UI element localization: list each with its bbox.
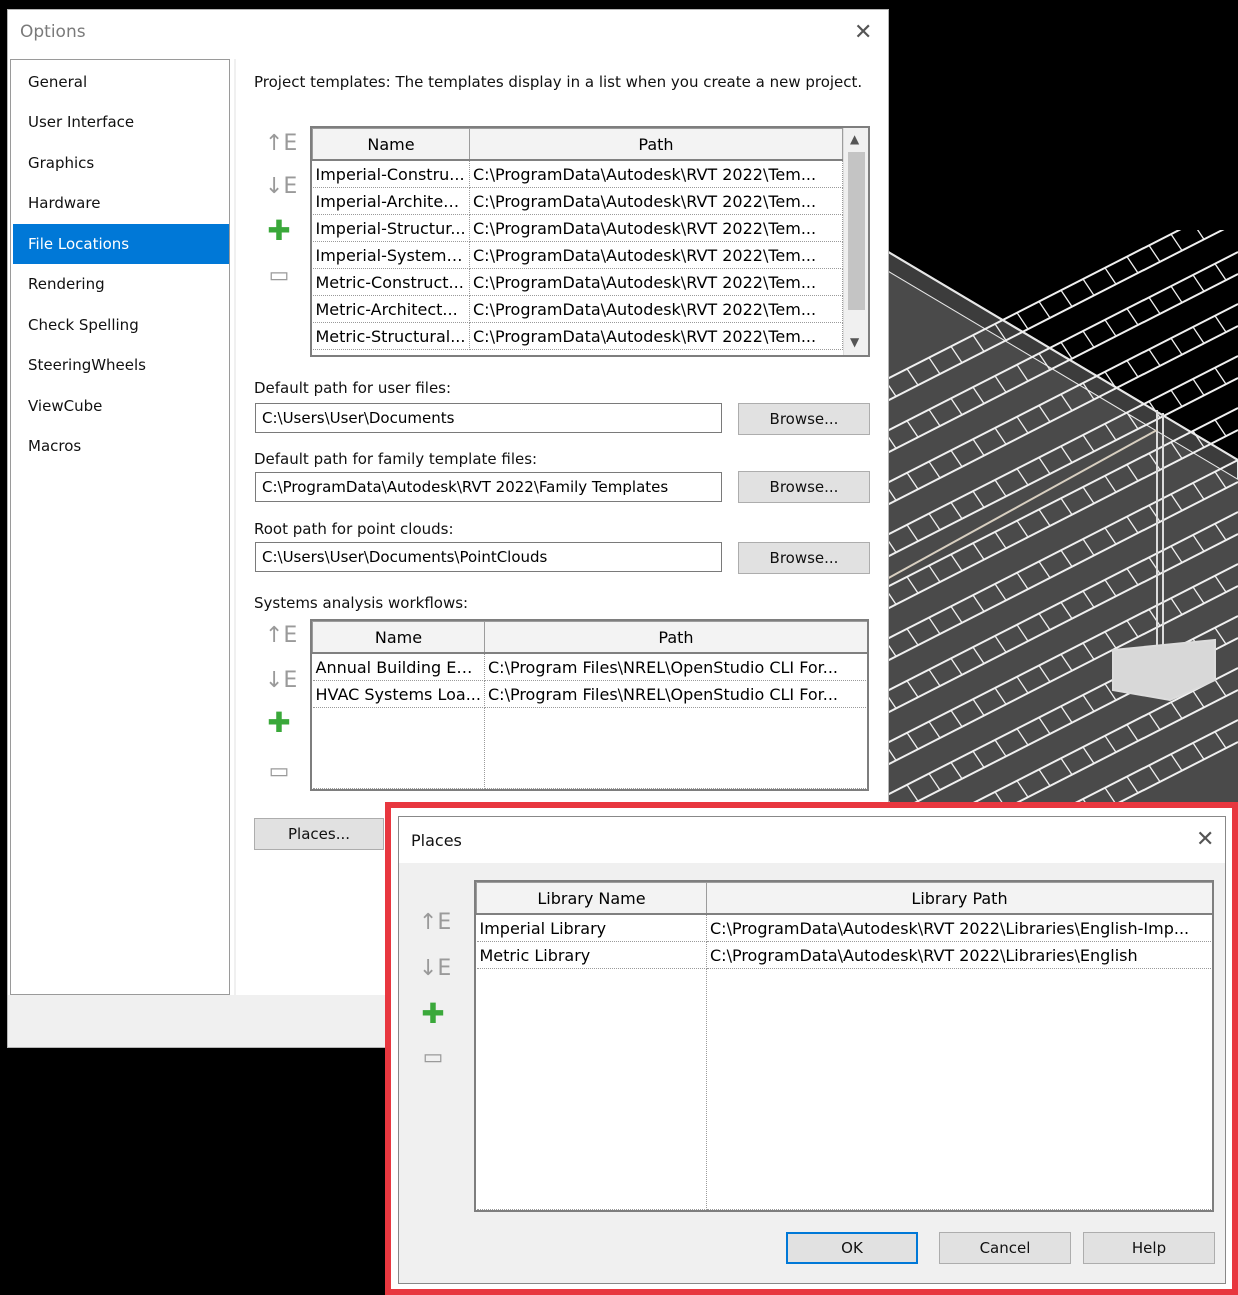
cell-library-path[interactable]: C:\ProgramData\Autodesk\RVT 2022\Librari… bbox=[706, 914, 1212, 942]
project-templates-label: Project templates: The templates display… bbox=[254, 73, 863, 91]
browse-family-templates-button[interactable]: Browse... bbox=[738, 471, 870, 503]
cell-path[interactable]: C:\ProgramData\Autodesk\RVT 2022\Tem... bbox=[469, 187, 843, 215]
column-header-library-path[interactable]: Library Path bbox=[706, 882, 1212, 915]
vertical-scrollbar[interactable]: ▲ ▼ bbox=[843, 128, 868, 355]
point-clouds-label: Root path for point clouds: bbox=[254, 520, 454, 538]
table-row[interactable]: Imperial-Constru... C:\ProgramData\Autode… bbox=[312, 160, 843, 188]
move-up-icon[interactable]: ↑E bbox=[419, 909, 451, 937]
cell-path[interactable]: C:\ProgramData\Autodesk\RVT 2022\Tem... bbox=[469, 160, 843, 188]
user-files-path-field[interactable]: C:\Users\User\Documents bbox=[255, 403, 722, 433]
move-down-icon[interactable]: ↓E bbox=[419, 955, 451, 983]
cell-name[interactable]: Imperial-Constru... bbox=[312, 160, 470, 188]
ok-button[interactable]: OK bbox=[786, 1232, 918, 1264]
move-down-icon[interactable]: ↓E bbox=[265, 173, 297, 201]
places-titlebar bbox=[399, 817, 1225, 863]
remove-icon[interactable]: ▭ bbox=[419, 1044, 447, 1072]
table-row[interactable]: Metric-Construct... C:\ProgramData\Autode… bbox=[312, 268, 843, 296]
scroll-down-icon[interactable]: ▼ bbox=[850, 335, 859, 349]
column-header-path[interactable]: Path bbox=[469, 128, 843, 161]
cell-path[interactable]: C:\Program Files\NREL\OpenStudio CLI For… bbox=[484, 680, 867, 708]
cell-path[interactable]: C:\ProgramData\Autodesk\RVT 2022\Tem... bbox=[469, 322, 843, 350]
systems-analysis-table: Name Path Annual Building En... C:\Progra… bbox=[310, 619, 869, 791]
column-header-name[interactable]: Name bbox=[312, 128, 470, 161]
move-up-icon[interactable]: ↑E bbox=[265, 622, 297, 650]
nav-item-viewcube[interactable]: ViewCube bbox=[13, 386, 229, 426]
add-icon[interactable]: ✚ bbox=[265, 217, 293, 245]
add-icon[interactable]: ✚ bbox=[419, 1000, 447, 1028]
point-clouds-path-field[interactable]: C:\Users\User\Documents\PointClouds bbox=[255, 542, 722, 572]
browse-point-clouds-button[interactable]: Browse... bbox=[738, 542, 870, 574]
user-files-label: Default path for user files: bbox=[254, 379, 452, 397]
dialog-title: Options bbox=[20, 22, 86, 42]
scrollbar-thumb[interactable] bbox=[848, 152, 865, 310]
cell-name[interactable]: Metric-Architect... bbox=[312, 295, 470, 323]
cell-path[interactable]: C:\ProgramData\Autodesk\RVT 2022\Tem... bbox=[469, 268, 843, 296]
column-header-library-name[interactable]: Library Name bbox=[476, 882, 707, 915]
nav-item-rendering[interactable]: Rendering bbox=[13, 264, 229, 304]
family-templates-path-field[interactable]: C:\ProgramData\Autodesk\RVT 2022\Family … bbox=[255, 472, 722, 502]
column-header-name[interactable]: Name bbox=[312, 621, 485, 654]
cell-name[interactable]: Imperial-Architec... bbox=[312, 187, 470, 215]
places-button[interactable]: Places... bbox=[254, 818, 384, 850]
cell-path[interactable]: C:\ProgramData\Autodesk\RVT 2022\Tem... bbox=[469, 241, 843, 269]
nav-item-graphics[interactable]: Graphics bbox=[13, 143, 229, 183]
cell-name[interactable]: Imperial-Structur... bbox=[312, 214, 470, 242]
help-button[interactable]: Help bbox=[1083, 1232, 1215, 1264]
add-icon[interactable]: ✚ bbox=[265, 709, 293, 737]
table-row[interactable]: HVAC Systems Loa... C:\Program Files\NREL… bbox=[312, 680, 867, 708]
column-header-path[interactable]: Path bbox=[484, 621, 867, 654]
nav-item-steeringwheels[interactable]: SteeringWheels bbox=[13, 345, 229, 385]
nav-item-general[interactable]: General bbox=[13, 62, 229, 102]
cell-name[interactable]: Imperial-Systems... bbox=[312, 241, 470, 269]
table-row[interactable]: Imperial-Systems... C:\ProgramData\Autode… bbox=[312, 241, 843, 269]
table-row[interactable]: Annual Building En... C:\Program Files\NR… bbox=[312, 653, 867, 681]
cell-name[interactable]: Metric-Structural... bbox=[312, 322, 470, 350]
cancel-button[interactable]: Cancel bbox=[939, 1232, 1071, 1264]
table-row[interactable]: Metric Library C:\ProgramData\Autodesk\RV… bbox=[476, 941, 1212, 969]
systems-analysis-label: Systems analysis workflows: bbox=[254, 594, 469, 612]
browse-user-files-button[interactable]: Browse... bbox=[738, 403, 870, 435]
table-row[interactable]: Imperial Library C:\ProgramData\Autodesk\… bbox=[476, 914, 1212, 942]
table-row-empty bbox=[476, 968, 1212, 1210]
move-down-icon[interactable]: ↓E bbox=[265, 667, 297, 695]
move-up-icon[interactable]: ↑E bbox=[265, 130, 297, 158]
table-row[interactable]: Metric-Structural... C:\ProgramData\Autod… bbox=[312, 322, 843, 350]
cell-library-name[interactable]: Imperial Library bbox=[476, 914, 707, 942]
close-icon[interactable]: ✕ bbox=[854, 22, 872, 44]
truss-model-graphic bbox=[885, 230, 1238, 820]
cell-library-name[interactable]: Metric Library bbox=[476, 941, 707, 969]
nav-item-user-interface[interactable]: User Interface bbox=[13, 102, 229, 142]
close-icon[interactable]: ✕ bbox=[1196, 829, 1214, 851]
places-dialog: Places ✕ ↑E ↓E ✚ ▭ Library Name Library … bbox=[398, 816, 1226, 1284]
dialog-title: Places bbox=[411, 831, 462, 850]
table-row-empty bbox=[312, 707, 867, 789]
cell-name[interactable]: Annual Building En... bbox=[312, 653, 485, 681]
libraries-table: Library Name Library Path Imperial Libra… bbox=[474, 880, 1214, 1212]
family-templates-label: Default path for family template files: bbox=[254, 450, 538, 468]
remove-icon[interactable]: ▭ bbox=[265, 262, 293, 290]
cell-name[interactable]: Metric-Construct... bbox=[312, 268, 470, 296]
nav-item-hardware[interactable]: Hardware bbox=[13, 183, 229, 223]
table-row[interactable]: Imperial-Structur... C:\ProgramData\Autod… bbox=[312, 214, 843, 242]
nav-item-check-spelling[interactable]: Check Spelling bbox=[13, 305, 229, 345]
3d-viewport bbox=[885, 230, 1238, 820]
project-templates-table: Name Path Imperial-Constru... C:\ProgramD… bbox=[310, 126, 870, 357]
cell-path[interactable]: C:\ProgramData\Autodesk\RVT 2022\Tem... bbox=[469, 214, 843, 242]
cell-name[interactable]: HVAC Systems Loa... bbox=[312, 680, 485, 708]
panel-divider bbox=[234, 59, 236, 995]
cell-path[interactable]: C:\ProgramData\Autodesk\RVT 2022\Tem... bbox=[469, 295, 843, 323]
cell-path[interactable]: C:\Program Files\NREL\OpenStudio CLI For… bbox=[484, 653, 867, 681]
scroll-up-icon[interactable]: ▲ bbox=[850, 132, 859, 146]
remove-icon[interactable]: ▭ bbox=[265, 758, 293, 786]
nav-item-macros[interactable]: Macros bbox=[13, 426, 229, 466]
options-nav: General User Interface Graphics Hardware… bbox=[10, 59, 230, 995]
nav-item-file-locations[interactable]: File Locations bbox=[13, 224, 229, 264]
table-row[interactable]: Metric-Architect... C:\ProgramData\Autode… bbox=[312, 295, 843, 323]
cell-library-path[interactable]: C:\ProgramData\Autodesk\RVT 2022\Librari… bbox=[706, 941, 1212, 969]
table-row[interactable]: Imperial-Architec... C:\ProgramData\Autod… bbox=[312, 187, 843, 215]
